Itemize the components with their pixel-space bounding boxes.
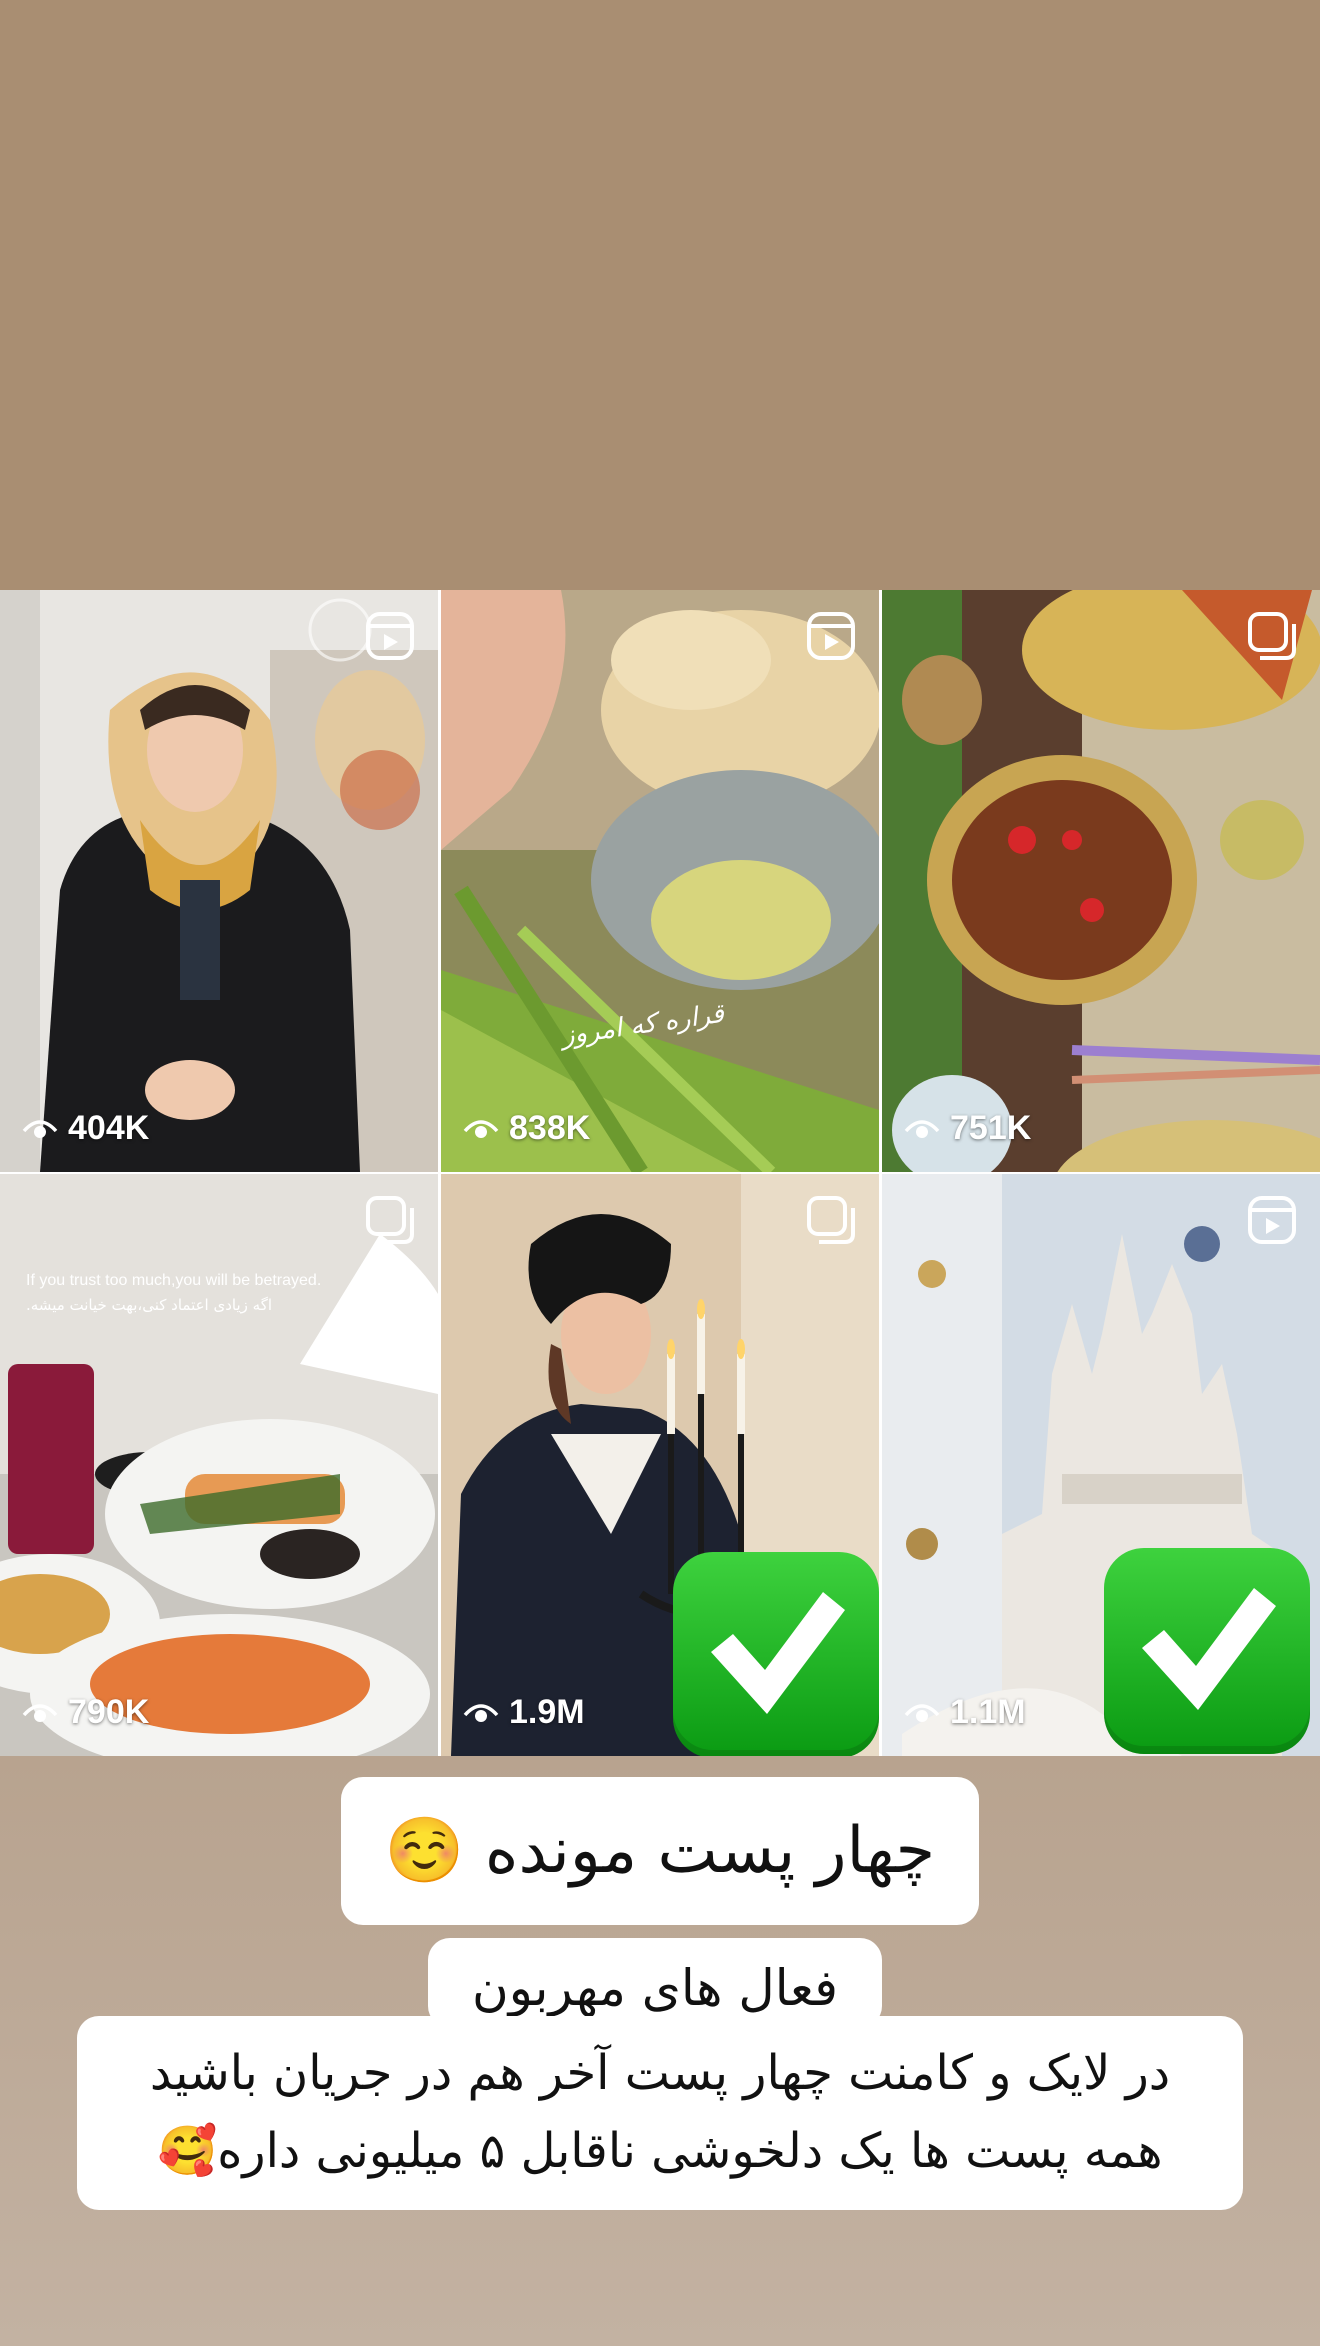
multi-post-icon xyxy=(366,1196,414,1244)
caption-line-2: در لایک و کامنت چهار پست آخر هم در جریان… xyxy=(149,2045,1171,2101)
view-count: 404K xyxy=(22,1109,149,1148)
check-icon xyxy=(1142,1588,1276,1710)
eye-icon xyxy=(22,1119,58,1138)
post-thumbnail-1 xyxy=(0,590,438,1172)
caption-heading: فعال های مهربون xyxy=(428,1938,882,2028)
view-count: 751K xyxy=(904,1109,1031,1148)
view-count: 790K xyxy=(22,1693,149,1732)
caption-body: در لایک و کامنت چهار پست آخر هم در جریان… xyxy=(77,2016,1243,2210)
eye-icon xyxy=(463,1119,499,1138)
reel-icon xyxy=(366,612,414,660)
check-icon xyxy=(711,1592,845,1714)
reel-icon xyxy=(1248,1196,1296,1244)
view-count-text: 404K xyxy=(68,1109,150,1147)
caption-heading-text: فعال های مهربون xyxy=(472,1959,838,2017)
view-count: 1.1M xyxy=(904,1693,1026,1732)
multi-post-icon xyxy=(807,1196,855,1244)
post-thumbnail-4 xyxy=(0,1174,438,1756)
view-count-text: 1.9M xyxy=(509,1693,585,1731)
view-count-text: 838K xyxy=(509,1109,591,1147)
eye-icon xyxy=(904,1119,940,1138)
post-tile-6[interactable]: 1.1M xyxy=(882,1174,1320,1756)
post-thumbnail-3 xyxy=(882,590,1320,1172)
post-tile-2[interactable]: قراره که امروز 838K xyxy=(441,590,879,1172)
checkmark-badge xyxy=(1104,1548,1310,1754)
post-tile-4[interactable]: If you trust too much,you will be betray… xyxy=(0,1174,438,1756)
view-count: 838K xyxy=(463,1109,590,1148)
profile-post-grid: 404K قراره که امروز 838K 751K If you tru… xyxy=(0,590,1320,1756)
caption-title-text: چهار پست مونده ☺️ xyxy=(384,1814,936,1888)
post-tile-1[interactable]: 404K xyxy=(0,590,438,1172)
view-count-text: 790K xyxy=(68,1693,150,1731)
reel-icon xyxy=(807,612,855,660)
multi-post-icon xyxy=(1248,612,1296,660)
post-tile-3[interactable]: 751K xyxy=(882,590,1320,1172)
checkmark-badge xyxy=(673,1552,879,1756)
caption-line-3: همه پست ها یک دلخوشی ناقابل ۵ میلیونی دا… xyxy=(157,2123,1163,2179)
story-background-top xyxy=(0,0,1320,590)
eye-icon xyxy=(22,1703,58,1722)
overlay-text-fa: اگه زیادی اعتماد کنی،بهت خیانت میشه. xyxy=(26,1296,273,1314)
view-count-text: 751K xyxy=(950,1109,1032,1147)
overlay-text-en: If you trust too much,you will be betray… xyxy=(26,1272,322,1289)
view-count-text: 1.1M xyxy=(950,1693,1026,1731)
eye-icon xyxy=(463,1703,499,1722)
caption-title: چهار پست مونده ☺️ xyxy=(341,1777,979,1925)
post-thumbnail-2 xyxy=(441,590,879,1172)
eye-icon xyxy=(904,1703,940,1722)
view-count: 1.9M xyxy=(463,1693,585,1732)
post-tile-5[interactable]: 1.9M xyxy=(441,1174,879,1756)
